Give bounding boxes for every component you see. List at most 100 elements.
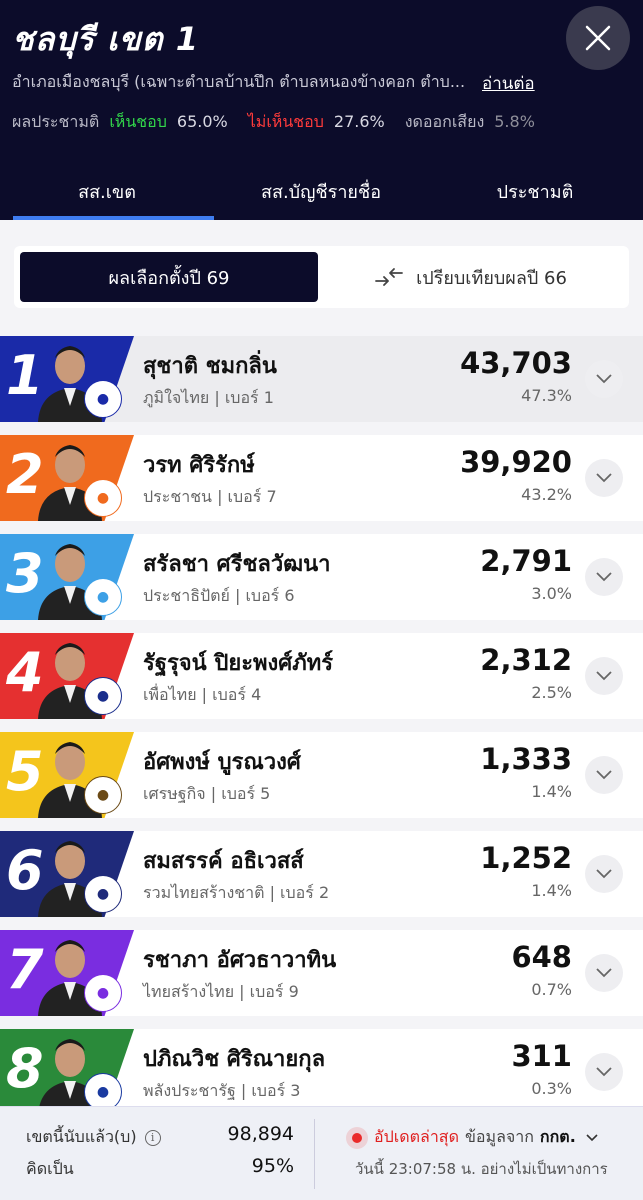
referendum-summary: ผลประชามติ เห็นชอบ 65.0% ไม่เห็นชอบ 27.6… [12, 110, 535, 135]
percent-label: คิดเป็น [26, 1159, 74, 1178]
candidate-percent: 1.4% [531, 881, 572, 900]
expand-button[interactable] [585, 360, 623, 398]
update-timestamp: วันนี้ 23:07:58 น. อย่างไม่เป็นทางการ [355, 1160, 608, 1178]
update-source-selector[interactable]: อัปเดตล่าสุด ข้อมูลจาก กกต. [352, 1125, 598, 1150]
compare-arrows-icon [375, 268, 403, 286]
chevron-down-icon [586, 1133, 598, 1141]
referendum-abstain-value: 5.8% [494, 112, 535, 131]
expand-button[interactable] [585, 756, 623, 794]
party-logo-icon: ● [84, 974, 122, 1012]
candidate-row[interactable]: 4 ● รัฐรุจน์ ปิยะพงศ์ภัทร์ เพื่อไทย | เบ… [0, 633, 643, 719]
party-logo-icon: ● [84, 776, 122, 814]
read-more-link[interactable]: อ่านต่อ [482, 70, 535, 97]
expand-button[interactable] [585, 657, 623, 695]
candidate-party-number: ประชาธิปัตย์ | เบอร์ 6 [143, 586, 295, 605]
year-toggle: ผลเลือกตั้งปี 69 เปรียบเทียบผลปี 66 [14, 246, 629, 308]
tab-constituency-mp[interactable]: สส.เขต [0, 155, 214, 220]
expand-button[interactable] [585, 558, 623, 596]
district-description: อำเภอเมืองชลบุรี (เฉพาะตำบลบ้านปึก ตำบลห… [12, 72, 466, 91]
candidate-name: อัศพงษ์ บูรณวงศ์ [143, 750, 301, 775]
current-results-button[interactable]: ผลเลือกตั้งปี 69 [20, 252, 318, 302]
expand-button[interactable] [585, 855, 623, 893]
footer-divider [314, 1119, 315, 1189]
candidate-votes: 2,312 [480, 643, 572, 677]
candidate-list: 1 ● สุชาติ ชมกลิ่น ภูมิใจไทย | เบอร์ 1 4… [0, 336, 643, 1128]
party-logo-icon: ● [84, 479, 122, 517]
close-button[interactable] [566, 6, 630, 70]
source-org: กกต. [539, 1127, 576, 1146]
candidate-party-number: เศรษฐกิจ | เบอร์ 5 [143, 784, 271, 803]
chevron-down-icon [596, 374, 612, 384]
expand-button[interactable] [585, 1053, 623, 1091]
candidate-row[interactable]: 6 ● สมสรรค์ อธิเวสส์ รวมไทยสร้างชาติ | เ… [0, 831, 643, 917]
candidate-name: สุชาติ ชมกลิ่น [143, 354, 277, 379]
candidate-percent: 43.2% [521, 485, 572, 504]
candidate-votes: 1,333 [480, 742, 572, 776]
counted-label-group: เขตนี้นับแล้ว(บ) i [26, 1125, 161, 1150]
candidate-name: วรท ศิริรักษ์ [143, 453, 255, 478]
compare-results-button[interactable]: เปรียบเทียบผลปี 66 [318, 252, 623, 302]
counted-label: เขตนี้นับแล้ว(บ) [26, 1127, 137, 1146]
expand-button[interactable] [585, 459, 623, 497]
chevron-down-icon [596, 869, 612, 879]
candidate-percent: 47.3% [521, 386, 572, 405]
candidate-votes: 39,920 [460, 445, 572, 479]
percent-value: 95% [251, 1155, 294, 1177]
header: ชลบุรี เขต 1 อำเภอเมืองชลบุรี (เฉพาะตำบล… [0, 0, 643, 220]
candidate-name: รัฐรุจน์ ปิยะพงศ์ภัทร์ [143, 651, 334, 676]
candidate-name: ปภิณวิช ศิริณายกุล [143, 1047, 326, 1072]
chevron-down-icon [596, 671, 612, 681]
district-description-row: อำเภอเมืองชลบุรี (เฉพาะตำบลบ้านปึก ตำบลห… [12, 70, 632, 97]
referendum-disagree-value: 27.6% [333, 112, 385, 131]
candidate-party-number: เพื่อไทย | เบอร์ 4 [143, 685, 262, 704]
live-dot-icon [352, 1132, 362, 1143]
candidate-row[interactable]: 7 ● รชาภา อัศวธาวาทิน ไทยสร้างไทย | เบอร… [0, 930, 643, 1016]
candidate-percent: 2.5% [531, 683, 572, 702]
referendum-disagree-label: ไม่เห็นชอบ [247, 112, 324, 131]
update-label: อัปเดตล่าสุด [374, 1127, 459, 1146]
candidate-votes: 43,703 [460, 346, 572, 380]
referendum-agree-label: เห็นชอบ [109, 112, 167, 131]
candidate-party-number: ไทยสร้างไทย | เบอร์ 9 [143, 982, 299, 1001]
tab-bar: สส.เขต สส.บัญชีรายชื่อ ประชามติ [0, 155, 643, 220]
party-logo-icon: ● [84, 677, 122, 715]
candidate-row[interactable]: 8 ● ปภิณวิช ศิริณายกุล พลังประชารัฐ | เบ… [0, 1029, 643, 1115]
candidate-party-number: พลังประชารัฐ | เบอร์ 3 [143, 1081, 301, 1100]
referendum-agree-value: 65.0% [176, 112, 228, 131]
candidate-row[interactable]: 2 ● วรท ศิริรักษ์ ประชาชน | เบอร์ 7 39,9… [0, 435, 643, 521]
info-icon[interactable]: i [144, 1129, 161, 1146]
candidate-party-number: รวมไทยสร้างชาติ | เบอร์ 2 [143, 883, 330, 902]
compare-results-label: เปรียบเทียบผลปี 66 [416, 267, 567, 289]
chevron-down-icon [596, 473, 612, 483]
close-icon [585, 25, 611, 51]
chevron-down-icon [596, 1067, 612, 1077]
candidate-percent: 3.0% [531, 584, 572, 603]
page-title: ชลบุรี เขต 1 [12, 20, 199, 58]
candidate-name: รชาภา อัศวธาวาทิน [143, 948, 337, 973]
party-logo-icon: ● [84, 578, 122, 616]
candidate-row[interactable]: 5 ● อัศพงษ์ บูรณวงศ์ เศรษฐกิจ | เบอร์ 5 … [0, 732, 643, 818]
candidate-percent: 1.4% [531, 782, 572, 801]
party-logo-icon: ● [84, 875, 122, 913]
referendum-abstain-label: งดออกเสียง [404, 112, 485, 131]
candidate-percent: 0.7% [531, 980, 572, 999]
candidate-party-number: ประชาชน | เบอร์ 7 [143, 487, 277, 506]
tab-party-list-mp[interactable]: สส.บัญชีรายชื่อ [214, 155, 428, 220]
candidate-party-number: ภูมิใจไทย | เบอร์ 1 [143, 388, 274, 407]
candidate-votes: 1,252 [480, 841, 572, 875]
candidate-votes: 2,791 [480, 544, 572, 578]
party-logo-icon: ● [84, 380, 122, 418]
counted-value: 98,894 [227, 1123, 294, 1145]
tab-referendum[interactable]: ประชามติ [428, 155, 642, 220]
candidate-name: สมสรรค์ อธิเวสส์ [143, 849, 304, 874]
candidate-row[interactable]: 1 ● สุชาติ ชมกลิ่น ภูมิใจไทย | เบอร์ 1 4… [0, 336, 643, 422]
candidate-votes: 648 [511, 940, 572, 974]
footer-status-bar: เขตนี้นับแล้ว(บ) i 98,894 คิดเป็น 95% อั… [0, 1106, 643, 1200]
chevron-down-icon [596, 968, 612, 978]
chevron-down-icon [596, 572, 612, 582]
source-label: ข้อมูลจาก [464, 1127, 534, 1146]
chevron-down-icon [596, 770, 612, 780]
expand-button[interactable] [585, 954, 623, 992]
referendum-label: ผลประชามติ [12, 112, 100, 131]
candidate-row[interactable]: 3 ● สรัลชา ศรีชลวัฒนา ประชาธิปัตย์ | เบอ… [0, 534, 643, 620]
